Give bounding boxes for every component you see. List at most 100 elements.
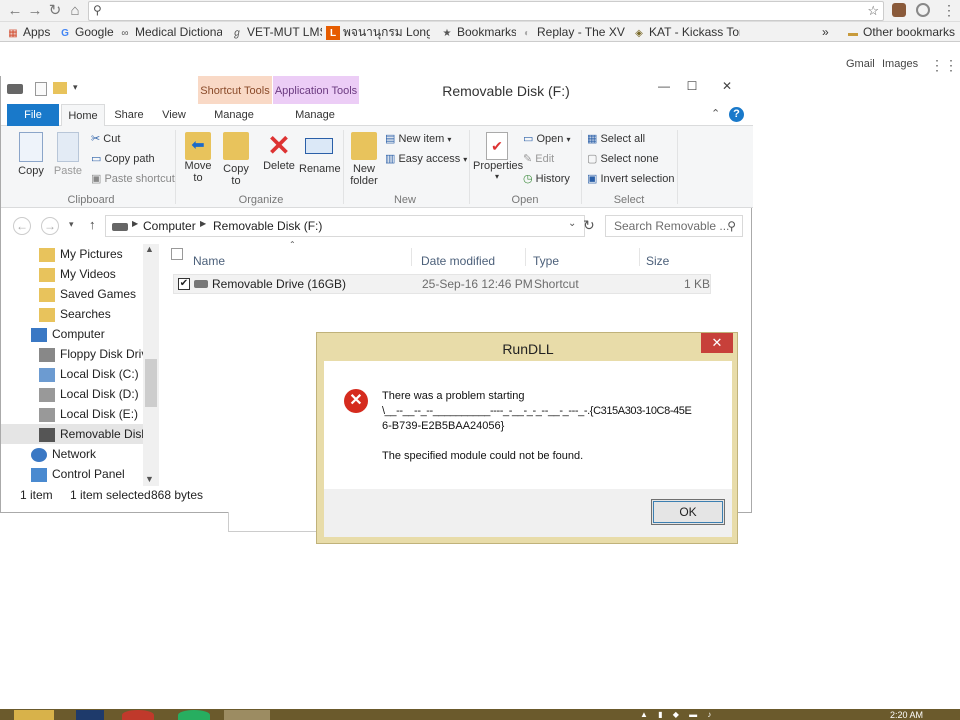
select-none-button[interactable]: ▢ Select none: [587, 152, 659, 165]
bookmark-kat[interactable]: ◈ KAT - Kickass Tor: [632, 24, 740, 40]
up-icon[interactable]: ↑: [89, 217, 96, 232]
forward-icon[interactable]: →: [41, 217, 59, 235]
nav-item-control-panel[interactable]: Control Panel: [1, 464, 143, 484]
new-item-button[interactable]: ▤ New item ▾: [385, 132, 451, 145]
tab-view[interactable]: View: [157, 104, 191, 126]
address-bar[interactable]: ⚲ ☆: [88, 1, 884, 21]
nav-item-local-c[interactable]: Local Disk (C:): [1, 364, 143, 384]
bookmark-longdo[interactable]: L พจนานุกรม Longd: [326, 24, 430, 40]
collapse-ribbon-icon[interactable]: ⌃: [711, 107, 720, 120]
move-to-button[interactable]: ⬅ Move to: [181, 132, 215, 184]
delete-button[interactable]: ✕ Delete: [259, 132, 299, 173]
extension-icon[interactable]: [892, 3, 906, 17]
scroll-thumb[interactable]: [145, 359, 157, 407]
select-all-button[interactable]: ▦ Select all: [587, 132, 645, 145]
tab-home[interactable]: Home: [61, 104, 105, 127]
extension-icon-2[interactable]: [916, 3, 930, 17]
copy-button[interactable]: Copy: [13, 132, 49, 177]
tray-icons[interactable]: ▲ ▮ ◆ ▬ ♪: [640, 710, 715, 720]
nav-item-computer[interactable]: Computer: [1, 324, 143, 344]
nav-scrollbar[interactable]: ▲ ▼: [143, 244, 159, 486]
breadcrumb-computer[interactable]: Computer: [143, 219, 196, 233]
nav-item-saved-games[interactable]: Saved Games: [1, 284, 143, 304]
nav-item-removable-disk[interactable]: Removable Disk: [1, 424, 143, 444]
history-button[interactable]: ◷ History: [523, 172, 570, 185]
close-button[interactable]: ✕: [707, 76, 747, 96]
bookmarks-bar: ▦ Apps G Google ∞ Medical Dictionar ℊ VET-MU…: [0, 22, 960, 42]
tab-manage-application[interactable]: Manage: [281, 104, 349, 126]
tab-manage-shortcut[interactable]: Manage: [201, 104, 267, 126]
chrome-taskbar-icon[interactable]: [122, 710, 154, 720]
copy-to-button[interactable]: Copy to: [219, 132, 253, 187]
nav-item-local-e[interactable]: Local Disk (E:): [1, 404, 143, 424]
drive-icon: [112, 223, 128, 231]
refresh-icon[interactable]: ↻: [583, 217, 595, 234]
properties-button[interactable]: ✔ Properties ▾: [473, 132, 523, 181]
active-taskbar-item[interactable]: [224, 710, 270, 720]
tab-share[interactable]: Share: [111, 104, 147, 126]
clock[interactable]: 2:20 AM: [890, 710, 923, 720]
status-bytes: 868 bytes: [151, 488, 204, 502]
paste-shortcut-button[interactable]: ▣ Paste shortcut: [91, 172, 175, 185]
more-bookmarks-button[interactable]: »: [822, 24, 832, 40]
nav-item-network[interactable]: Network: [1, 444, 143, 464]
column-date-modified[interactable]: Date modified: [421, 254, 495, 268]
open-button[interactable]: ▭ Open ▾: [523, 132, 570, 145]
star-icon[interactable]: ☆: [867, 3, 879, 19]
nav-item-my-videos[interactable]: My Videos: [1, 264, 143, 284]
nav-item-local-d[interactable]: Local Disk (D:): [1, 384, 143, 404]
rename-button[interactable]: Rename: [299, 132, 341, 175]
address-dropdown-icon[interactable]: ⌄: [568, 218, 576, 229]
properties-qa-icon[interactable]: [35, 82, 47, 96]
minimize-button[interactable]: —: [649, 76, 679, 96]
search-input[interactable]: Search Removable ... ⚲: [605, 215, 743, 237]
recent-dropdown-icon[interactable]: ▾: [69, 219, 74, 230]
column-size[interactable]: Size: [646, 254, 669, 268]
table-row[interactable]: ✔ Removable Drive (16GB) 25-Sep-16 12:46…: [173, 274, 711, 294]
forward-icon[interactable]: →: [26, 2, 44, 20]
app-taskbar-icon[interactable]: [76, 710, 104, 720]
other-bookmarks[interactable]: ▬ Other bookmarks: [846, 24, 956, 40]
maximize-button[interactable]: ☐: [677, 76, 707, 96]
nav-item-my-pictures[interactable]: My Pictures: [1, 244, 143, 264]
gmail-link[interactable]: Gmail: [846, 58, 875, 70]
cut-button[interactable]: ✂ Cut: [91, 132, 120, 145]
address-box[interactable]: ▶ Computer ▶ Removable Disk (F:) ⌄: [105, 215, 585, 237]
column-type[interactable]: Type: [533, 254, 559, 268]
dialog-close-button[interactable]: ✕: [701, 333, 733, 353]
bookmark-replay[interactable]: ◐ Replay - The XV I: [520, 24, 626, 40]
copy-path-button[interactable]: ▭ Copy path: [91, 152, 155, 165]
paste-button[interactable]: Paste: [51, 132, 85, 177]
ok-button[interactable]: OK: [651, 499, 725, 525]
row-checkbox[interactable]: ✔: [178, 278, 190, 290]
invert-selection-button[interactable]: ▣ Invert selection: [587, 172, 674, 185]
column-name[interactable]: Name: [193, 254, 225, 268]
nav-item-searches[interactable]: Searches: [1, 304, 143, 324]
new-folder-qa-icon[interactable]: [53, 82, 67, 94]
back-icon[interactable]: ←: [6, 2, 24, 20]
vet-icon: ℊ: [232, 28, 242, 39]
bookmark-google[interactable]: G Google: [58, 24, 114, 40]
new-folder-button[interactable]: New folder: [347, 132, 381, 187]
breadcrumb-removable-disk[interactable]: Removable Disk (F:): [213, 219, 322, 233]
easy-access-button[interactable]: ▥ Easy access ▾: [385, 152, 467, 165]
home-icon[interactable]: ⌂: [66, 2, 84, 20]
file-explorer-taskbar-icon[interactable]: [14, 710, 54, 720]
qa-dropdown-icon[interactable]: ▾: [73, 82, 78, 93]
help-icon[interactable]: ?: [729, 107, 744, 122]
bookmark-apps[interactable]: ▦ Apps: [6, 24, 52, 40]
back-icon[interactable]: ←: [13, 217, 31, 235]
bookmark-medical[interactable]: ∞ Medical Dictionar: [118, 24, 222, 40]
edit-button[interactable]: ✎ Edit: [523, 152, 554, 165]
medical-icon: ∞: [121, 28, 129, 39]
select-all-checkbox[interactable]: [171, 248, 183, 260]
bookmark-bookmarks[interactable]: ★ Bookmarks: [440, 24, 516, 40]
tab-file[interactable]: File: [7, 104, 59, 126]
menu-icon[interactable]: ⋮: [942, 1, 956, 19]
images-link[interactable]: Images: [882, 58, 918, 70]
reload-icon[interactable]: ↻: [46, 2, 64, 20]
line-taskbar-icon[interactable]: [178, 710, 210, 720]
bookmark-vet[interactable]: ℊ VET-MUT LMS: [230, 24, 322, 40]
google-apps-icon[interactable]: ⋮⋮: [930, 58, 958, 72]
nav-item-floppy[interactable]: Floppy Disk Drive: [1, 344, 143, 364]
